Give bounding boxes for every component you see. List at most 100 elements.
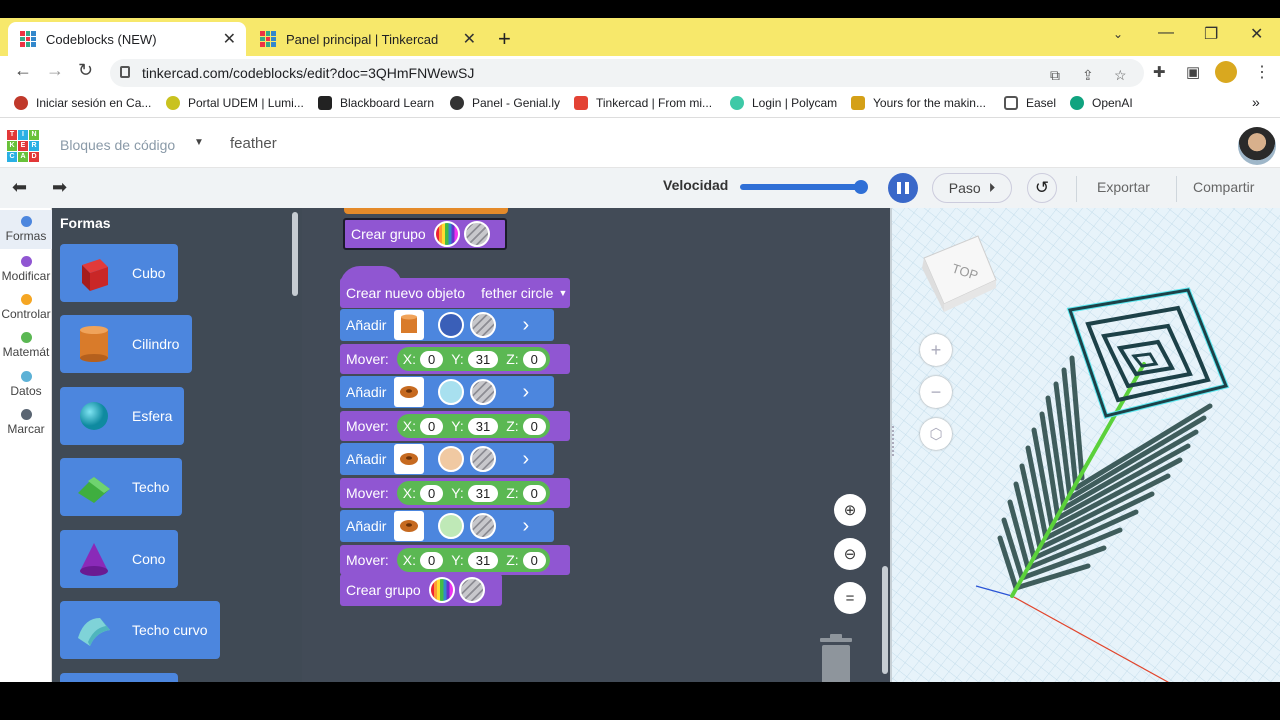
- transparent-swatch[interactable]: [470, 513, 497, 539]
- minimize-icon[interactable]: —: [1158, 24, 1174, 42]
- bookmark-item[interactable]: Portal UDEM | Lumi...: [166, 96, 304, 110]
- open-in-app-icon[interactable]: ⧉: [1050, 67, 1060, 84]
- category-controlar[interactable]: Controlar: [0, 288, 52, 327]
- palette-block-cone[interactable]: Cono: [60, 530, 178, 588]
- more-bookmarks-icon[interactable]: »: [1252, 94, 1260, 110]
- bookmark-star-icon[interactable]: ☆: [1114, 67, 1127, 84]
- object-name-dropdown[interactable]: fether circle: [481, 285, 553, 301]
- bookmark-item[interactable]: Iniciar sesión en Ca...: [14, 96, 151, 110]
- category-matematicas[interactable]: Matemát: [0, 326, 52, 365]
- x-input[interactable]: 0: [420, 484, 444, 502]
- bookmark-item[interactable]: Easel: [1004, 96, 1056, 110]
- torus-object-icon[interactable]: [394, 511, 425, 541]
- share-button[interactable]: Compartir: [1193, 179, 1254, 195]
- forward-icon[interactable]: →: [46, 60, 64, 81]
- reload-icon[interactable]: ↻: [78, 60, 93, 81]
- x-input[interactable]: 0: [420, 350, 444, 368]
- palette-block-curved-roof[interactable]: Techo curvo: [60, 601, 220, 659]
- tinkercad-logo[interactable]: T I N K E R C A D: [7, 130, 39, 162]
- z-input[interactable]: 0: [522, 484, 546, 502]
- add-block[interactable]: Añadir ›: [340, 510, 554, 542]
- perspective-toggle-icon[interactable]: ⬡: [920, 418, 952, 450]
- y-input[interactable]: 31: [467, 417, 499, 435]
- close-window-icon[interactable]: ✕: [1250, 24, 1263, 44]
- transparent-swatch[interactable]: [470, 312, 497, 338]
- palette-block-roof[interactable]: Techo: [60, 458, 182, 516]
- reset-icon[interactable]: ↺: [1027, 173, 1057, 203]
- y-input[interactable]: 31: [467, 551, 499, 569]
- chevron-right-icon[interactable]: ›: [522, 381, 529, 404]
- profile-avatar[interactable]: [1215, 61, 1237, 83]
- x-input[interactable]: 0: [420, 551, 444, 569]
- category-modificar[interactable]: Modificar: [0, 250, 52, 289]
- create-object-block[interactable]: Crear nuevo objeto fether circle ▼: [340, 278, 570, 308]
- mode-selector[interactable]: Bloques de código: [60, 137, 175, 153]
- zoom-out-view-icon[interactable]: −: [920, 376, 952, 408]
- z-input[interactable]: 0: [522, 551, 546, 569]
- rainbow-color-swatch[interactable]: [428, 577, 455, 603]
- bookmark-item[interactable]: Panel - Genial.ly: [450, 96, 560, 110]
- add-block[interactable]: Añadir ›: [340, 376, 554, 408]
- torus-object-icon[interactable]: [394, 444, 425, 474]
- pause-button[interactable]: [888, 173, 918, 203]
- z-input[interactable]: 0: [522, 350, 546, 368]
- menu-dots-icon[interactable]: ⋮: [1254, 62, 1270, 82]
- zoom-reset-icon[interactable]: =: [834, 582, 866, 614]
- user-avatar[interactable]: [1238, 127, 1276, 165]
- mode-dropdown-icon[interactable]: ▼: [194, 137, 204, 148]
- cylinder-object-icon[interactable]: [394, 310, 425, 340]
- color-swatch[interactable]: [438, 446, 465, 472]
- add-block[interactable]: Añadir ›: [340, 309, 554, 341]
- color-swatch[interactable]: [438, 513, 465, 539]
- color-swatch[interactable]: [438, 379, 465, 405]
- zoom-out-icon[interactable]: ⊖: [834, 538, 866, 570]
- workspace-vertical-scrollbar[interactable]: [882, 566, 888, 674]
- create-group-block-top[interactable]: Crear grupo: [343, 218, 507, 250]
- z-input[interactable]: 0: [522, 417, 546, 435]
- transparent-swatch[interactable]: [458, 577, 485, 603]
- export-button[interactable]: Exportar: [1097, 179, 1150, 195]
- panel-resize-handle[interactable]: [892, 426, 898, 456]
- bookmark-item[interactable]: Yours for the makin...: [851, 96, 986, 110]
- category-datos[interactable]: Datos: [0, 365, 52, 404]
- step-button[interactable]: Paso ⏵: [932, 173, 1012, 203]
- close-tab-icon[interactable]: ✕: [463, 29, 476, 49]
- tab-panel-principal[interactable]: Panel principal | Tinkercad ✕: [248, 22, 486, 56]
- tab-search-chevron-icon[interactable]: ⌄: [1113, 27, 1123, 41]
- slider-knob[interactable]: [854, 180, 868, 194]
- category-formas[interactable]: Formas: [0, 210, 52, 249]
- bookmark-item[interactable]: Tinkercad | From mi...: [574, 96, 712, 110]
- side-panel-icon[interactable]: ▣: [1186, 63, 1200, 81]
- bookmark-item[interactable]: Login | Polycam: [730, 96, 837, 110]
- close-tab-icon[interactable]: ✕: [223, 29, 236, 49]
- code-workspace[interactable]: Crear grupo Crear nuevo objeto fether ci…: [302, 208, 890, 700]
- palette-block-sphere[interactable]: Esfera: [60, 387, 184, 445]
- redo-icon[interactable]: ➡: [52, 177, 67, 198]
- move-block[interactable]: Mover: X: 0 Y: 31 Z: 0: [340, 478, 570, 508]
- move-block[interactable]: Mover: X: 0 Y: 31 Z: 0: [340, 545, 570, 575]
- x-input[interactable]: 0: [420, 417, 444, 435]
- restore-icon[interactable]: ❐: [1204, 24, 1218, 44]
- create-group-block[interactable]: Crear grupo: [340, 574, 502, 606]
- tab-codeblocks[interactable]: Codeblocks (NEW) ✕: [8, 22, 246, 56]
- document-name[interactable]: feather: [230, 135, 277, 152]
- color-swatch[interactable]: [438, 312, 465, 338]
- undo-icon[interactable]: ⬅: [12, 177, 27, 198]
- palette-block-cylinder[interactable]: Cilindro: [60, 315, 192, 373]
- speed-slider[interactable]: [740, 180, 868, 194]
- y-input[interactable]: 31: [467, 484, 499, 502]
- trash-icon[interactable]: [816, 634, 856, 688]
- bookmark-item[interactable]: Blackboard Learn: [318, 96, 434, 110]
- address-bar[interactable]: tinkercad.com/codeblocks/edit?doc=3QHmFN…: [110, 59, 1144, 87]
- share-icon[interactable]: ⇪: [1082, 67, 1094, 84]
- move-block[interactable]: Mover: X: 0 Y: 31 Z: 0: [340, 411, 570, 441]
- chevron-right-icon[interactable]: ›: [522, 314, 529, 337]
- chevron-right-icon[interactable]: ›: [522, 515, 529, 538]
- transparent-swatch[interactable]: [470, 379, 497, 405]
- move-block[interactable]: Mover: X: 0 Y: 31 Z: 0: [340, 344, 570, 374]
- bookmark-item[interactable]: OpenAI: [1070, 96, 1133, 110]
- extensions-icon[interactable]: ✚: [1153, 63, 1166, 81]
- zoom-in-icon[interactable]: ⊕: [834, 494, 866, 526]
- back-icon[interactable]: ←: [14, 60, 32, 81]
- new-tab-icon[interactable]: +: [498, 26, 511, 52]
